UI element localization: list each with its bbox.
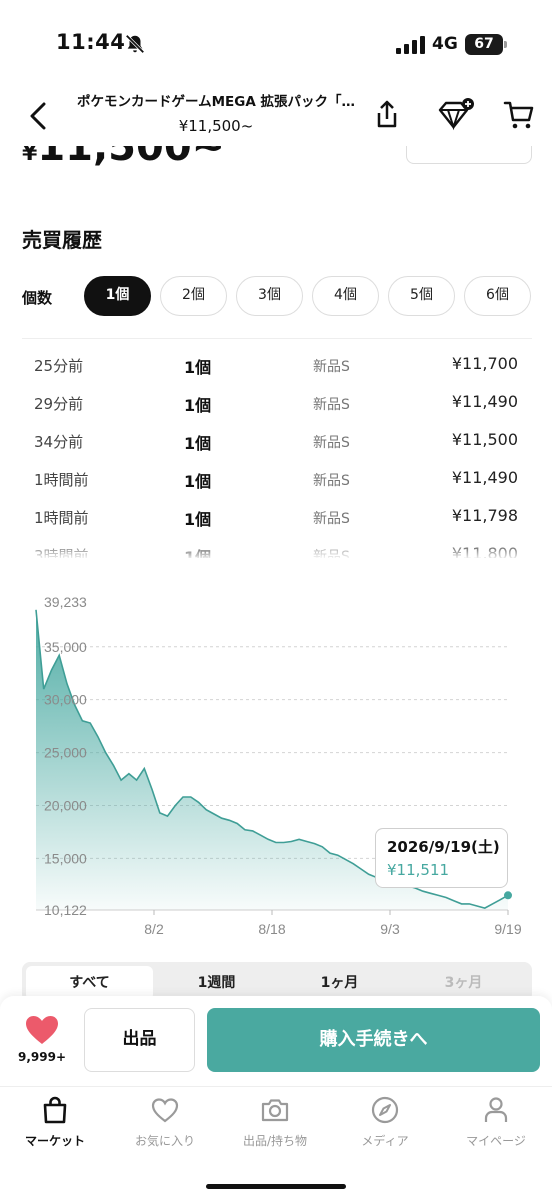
y-tick-label: 15,000	[44, 850, 87, 866]
qty-chip-group: 1個 2個 3個 4個 5個 6個	[84, 276, 531, 316]
tab-favorites[interactable]: お気に入り	[110, 1095, 220, 1155]
heart-filled-icon[interactable]	[24, 1014, 60, 1046]
history-qty: 1個	[184, 472, 212, 491]
qty-chip[interactable]: 3個	[236, 276, 303, 316]
history-qty: 1個	[184, 510, 212, 529]
tab-label: マーケット	[24, 1134, 85, 1148]
history-price: ¥11,500	[451, 430, 518, 449]
qty-chip[interactable]: 1個	[84, 276, 151, 316]
history-time: 34分前	[34, 433, 84, 451]
tab-listing[interactable]: 出品/持ち物	[220, 1095, 330, 1155]
table-row: 1時間前 1個 新品S ¥11,490	[22, 461, 532, 499]
history-qty: 1個	[184, 358, 212, 377]
tab-bar: マーケット お気に入り 出品/持ち物 メディア マイページ	[0, 1086, 552, 1200]
camera-icon	[261, 1099, 289, 1122]
history-qty: 1個	[184, 396, 212, 415]
x-tick-label: 8/18	[258, 921, 285, 937]
y-tick-label: 20,000	[44, 797, 87, 813]
tab-market[interactable]: マーケット	[0, 1095, 110, 1155]
page-title: ポケモンカードゲームMEGA 拡張パック「…	[77, 94, 355, 110]
history-condition: 新品S	[313, 435, 350, 451]
nav-header: ポケモンカードゲームMEGA 拡張パック「… ¥11,500~	[0, 84, 552, 146]
history-table: 25分前 1個 新品S ¥11,700 29分前 1個 新品S ¥11,490 34分前 1個 新品…	[22, 338, 532, 558]
period-tab-month[interactable]: 1ヶ月	[276, 966, 403, 1000]
shopping-bag-icon	[43, 1096, 67, 1124]
qty-chip[interactable]: 5個	[388, 276, 455, 316]
diamond-plus-icon[interactable]	[434, 98, 476, 132]
period-tab-3months[interactable]: 3ヶ月	[400, 966, 527, 1000]
header-price: ¥11,500~	[178, 117, 254, 135]
qty-chip[interactable]: 4個	[312, 276, 379, 316]
tab-media[interactable]: メディア	[330, 1095, 440, 1155]
history-title: 売買履歴	[22, 228, 102, 252]
status-bar: 11:44 4G 67	[0, 0, 552, 88]
y-tick-label: 10,122	[44, 902, 87, 918]
person-icon	[484, 1097, 508, 1122]
action-bar: 9,999+ 出品 購入手続きへ	[0, 996, 552, 1086]
tab-label: お気に入り	[134, 1134, 195, 1148]
signal-icon	[396, 36, 425, 54]
data-point-marker	[504, 891, 512, 900]
history-fade	[22, 540, 532, 560]
cart-icon[interactable]	[502, 98, 536, 132]
table-row: 29分前 1個 新品S ¥11,490	[22, 385, 532, 423]
period-tab-all[interactable]: すべて	[26, 966, 153, 1000]
history-price: ¥11,700	[451, 354, 518, 373]
history-time: 1時間前	[34, 471, 89, 489]
table-row: 25分前 1個 新品S ¥11,700	[22, 347, 532, 385]
history-price: ¥11,798	[451, 506, 518, 525]
table-row: 1時間前 1個 新品S ¥11,798	[22, 499, 532, 537]
x-tick-label: 8/2	[144, 921, 164, 937]
period-tab-week[interactable]: 1週間	[153, 966, 280, 1000]
qty-chip[interactable]: 2個	[160, 276, 227, 316]
history-time: 29分前	[34, 395, 84, 413]
compass-icon	[371, 1096, 399, 1124]
tab-label: マイページ	[466, 1134, 526, 1148]
like-count: 9,999+	[17, 1050, 66, 1064]
history-condition: 新品S	[313, 511, 350, 527]
tab-mypage[interactable]: マイページ	[441, 1095, 551, 1155]
tab-label: 出品/持ち物	[242, 1134, 308, 1148]
chart-tooltip: 2026/9/19(土) ¥11,511	[375, 828, 508, 888]
buy-button[interactable]: 購入手続きへ	[207, 1008, 540, 1072]
battery-indicator: 67	[465, 34, 507, 55]
network-label: 4G	[432, 34, 458, 54]
history-time: 1時間前	[34, 509, 89, 527]
share-icon[interactable]	[370, 98, 404, 132]
y-tick-label: 39,233	[44, 594, 87, 610]
history-condition: 新品S	[313, 473, 350, 489]
tooltip-price: ¥11,511	[387, 861, 450, 879]
qty-chip[interactable]: 6個	[464, 276, 531, 316]
history-time: 25分前	[34, 357, 84, 375]
history-price: ¥11,490	[451, 392, 518, 411]
x-tick-label: 9/3	[380, 921, 400, 937]
list-button[interactable]: 出品	[84, 1008, 195, 1072]
back-icon[interactable]	[24, 100, 52, 132]
bell-slash-icon	[125, 34, 145, 54]
tooltip-date: 2026/9/19(土)	[387, 838, 500, 856]
history-qty: 1個	[184, 434, 212, 453]
tab-label: メディア	[361, 1134, 409, 1148]
y-tick-label: 35,000	[44, 639, 87, 655]
history-condition: 新品S	[313, 397, 350, 413]
x-tick-label: 9/19	[494, 921, 521, 937]
heart-icon	[151, 1098, 179, 1123]
y-tick-label: 25,000	[44, 745, 87, 761]
price-chart: 39,233 35,000 30,000 25,000 20,000 15,000 10,1…	[0, 574, 552, 950]
home-indicator	[206, 1184, 346, 1189]
history-condition: 新品S	[313, 359, 350, 375]
qty-label: 個数	[22, 289, 53, 307]
history-price: ¥11,490	[451, 468, 518, 487]
y-tick-label: 30,000	[44, 692, 87, 708]
status-time: 11:44	[56, 30, 126, 54]
price-chart-svg: 39,233 35,000 30,000 25,000 20,000 15,000 10,1…	[35, 594, 522, 937]
table-row: 34分前 1個 新品S ¥11,500	[22, 423, 532, 461]
